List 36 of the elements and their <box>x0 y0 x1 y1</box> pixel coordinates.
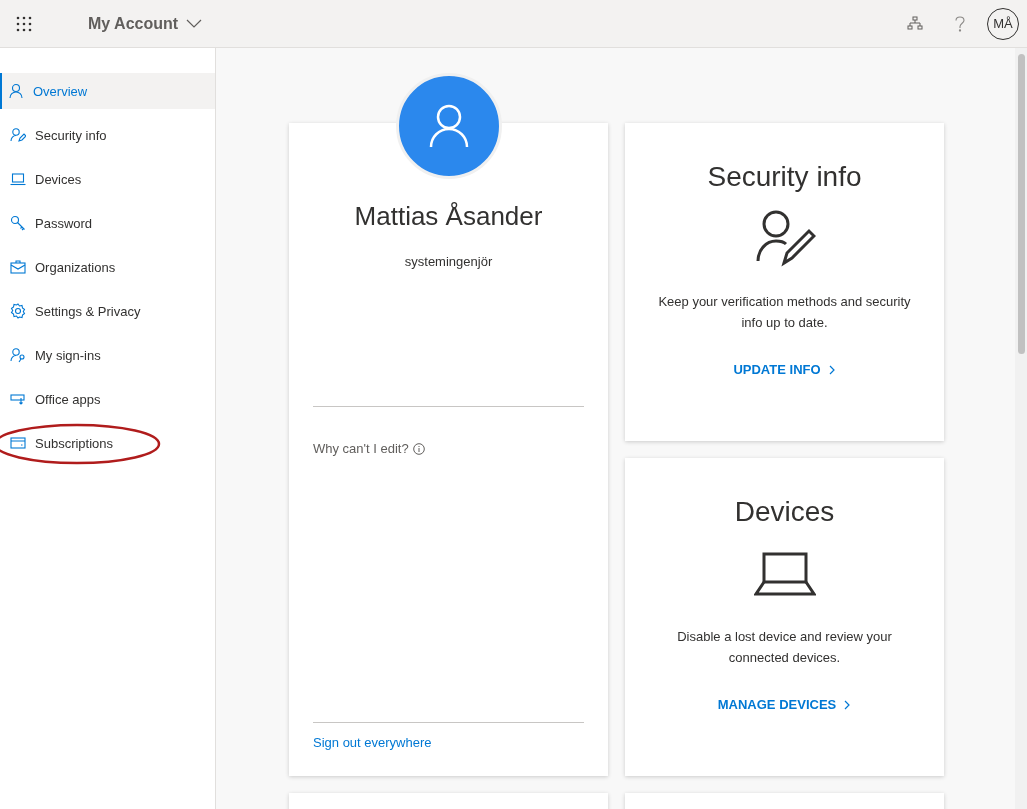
sidebar-item[interactable]: Settings & Privacy <box>0 293 215 329</box>
help-icon[interactable] <box>955 15 965 32</box>
org-chart-icon[interactable] <box>907 15 923 32</box>
laptop-icon <box>10 171 26 187</box>
sidebar-item[interactable]: My sign-ins <box>0 337 215 373</box>
card-title: Security info <box>707 161 862 193</box>
sidebar-item[interactable]: Devices <box>0 161 215 197</box>
person-icon <box>8 83 24 99</box>
sidebar-item[interactable]: Office apps <box>0 381 215 417</box>
chevron-down-icon <box>186 19 203 28</box>
person-key-icon <box>10 347 26 363</box>
card-title: Devices <box>734 496 835 528</box>
edit-hint: Why can't I edit? <box>313 441 409 456</box>
scrollbar[interactable] <box>1015 48 1027 809</box>
app-launcher-icon[interactable] <box>16 15 32 32</box>
person-pencil-icon <box>10 127 26 143</box>
key-icon <box>10 215 26 231</box>
chevron-right-icon <box>844 699 852 710</box>
card-description: Disable a lost device and review your connected devices. <box>676 628 893 667</box>
info-icon[interactable] <box>412 442 425 455</box>
profile-name: Mattias Åsander <box>353 201 544 232</box>
sidebar-item[interactable]: Password <box>0 205 215 241</box>
card-action-link[interactable]: MANAGE DEVICES <box>711 696 858 713</box>
chevron-right-icon <box>828 364 836 375</box>
sidebar-item[interactable]: Overview <box>0 73 215 109</box>
card-action-link[interactable]: UPDATE INFO <box>727 361 842 378</box>
card-icon <box>10 435 26 451</box>
sign-out-link[interactable]: Sign out everywhere <box>313 735 432 750</box>
job-title: systemingenjör <box>403 254 494 269</box>
sidebar-item[interactable]: Security info <box>0 117 215 153</box>
card-description: Keep your verification methods and security info up to date. <box>657 293 912 332</box>
briefcase-icon <box>10 259 26 275</box>
account-menu[interactable]: My Account <box>88 14 203 33</box>
sidebar-item[interactable]: Organizations <box>0 249 215 285</box>
gear-icon <box>10 303 26 319</box>
sidebar-item[interactable]: Subscriptions <box>0 425 215 461</box>
